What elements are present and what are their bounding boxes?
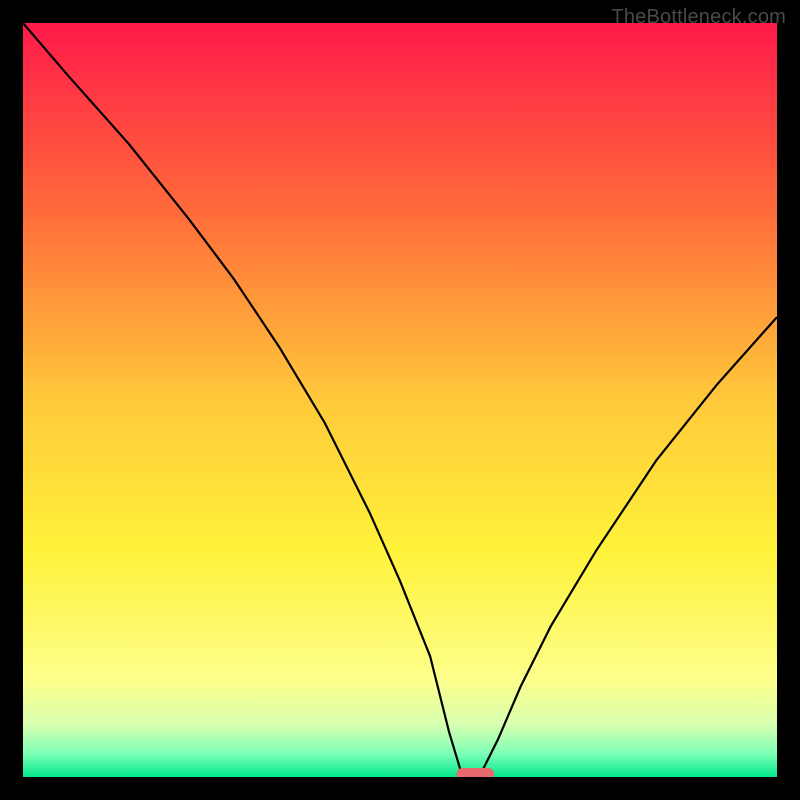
chart-plot-area [23,23,777,777]
chart-background-gradient [23,23,777,777]
watermark-text: TheBottleneck.com [611,6,786,29]
optimal-marker [457,768,495,777]
bottleneck-chart [23,23,777,777]
